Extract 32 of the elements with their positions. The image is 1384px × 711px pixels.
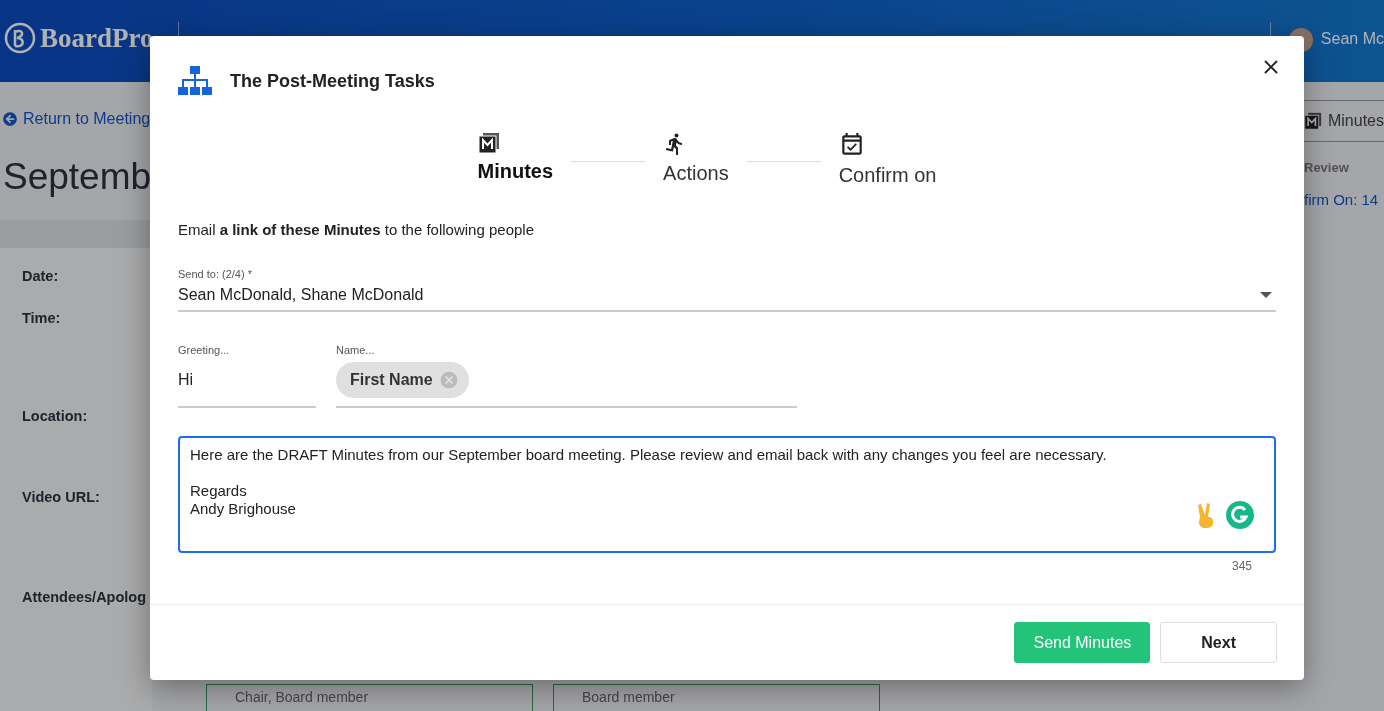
caret-icon — [1260, 292, 1272, 298]
document-icon — [477, 132, 500, 154]
dialog-title: The Post-Meeting Tasks — [230, 70, 436, 92]
field-label: Time: — [22, 310, 62, 326]
message-field[interactable]: Here are the DRAFT Minutes from our September board meeting. Please review and email back with any changes you feel are necessary. Regards Andy Brighouse — [178, 436, 1276, 553]
logo-icon — [4, 22, 36, 54]
greeting-field[interactable]: Greeting... Hi — [178, 344, 316, 408]
next-button[interactable]: Next — [1160, 622, 1277, 663]
recipients-select[interactable]: Send to: (2/4) * Sean McDonald, Shane McDonald — [178, 268, 1276, 312]
field-label: Location: — [22, 408, 89, 424]
step-label[interactable]: Confirm on — [838, 164, 937, 187]
grammarly-icon — [1226, 501, 1254, 529]
step-label[interactable]: Actions — [663, 162, 729, 185]
character-count: 345 — [1231, 559, 1252, 573]
back-arrow-icon — [3, 112, 17, 126]
field-label: Video URL: — [22, 489, 101, 505]
logo-text: BoardPro — [40, 22, 154, 54]
page-title: Septemb — [3, 156, 152, 198]
confirm-link[interactable]: firm On: 14 — [1304, 191, 1384, 208]
step-label[interactable]: Minutes — [477, 160, 554, 183]
name-field[interactable]: Name... First Name — [336, 344, 797, 408]
attendee-card: Chair, Board member — [206, 684, 533, 711]
user-name[interactable]: Sean Mc — [1320, 30, 1384, 48]
attendee-card: Board member — [553, 684, 880, 711]
org-chart-icon — [178, 66, 212, 96]
section-heading: Review — [1304, 160, 1350, 175]
field-label: Attendees/Apolog — [22, 589, 148, 605]
name-chip[interactable]: First Name — [336, 362, 469, 398]
field-label: Date: — [22, 268, 60, 284]
minutes-tab[interactable]: Minutes — [1304, 100, 1384, 142]
instruction-text: Email a link of these Minutes to the following people — [178, 221, 535, 238]
back-link[interactable]: Return to Meeting — [3, 110, 152, 128]
